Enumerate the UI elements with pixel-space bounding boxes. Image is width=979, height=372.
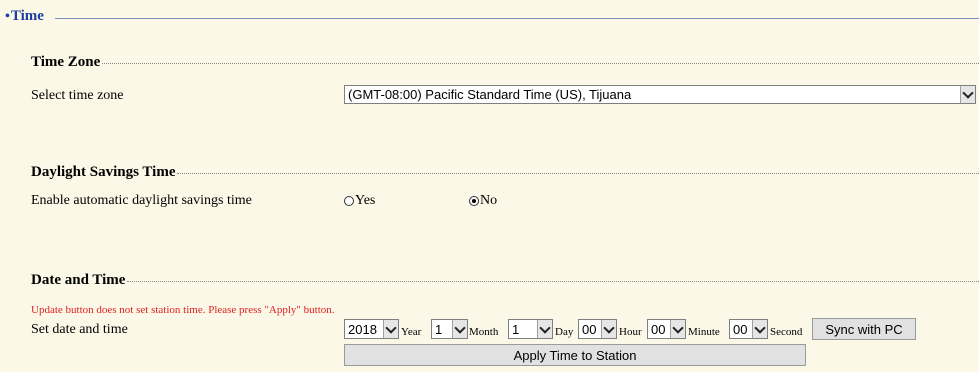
year-unit: Year	[401, 326, 422, 338]
second-unit: Second	[770, 326, 803, 338]
group-divider	[177, 173, 979, 174]
dst-option-no-label: No	[480, 193, 498, 208]
bullet-icon: •	[5, 8, 10, 24]
chevron-down-icon[interactable]	[752, 320, 767, 338]
chevron-down-icon[interactable]	[670, 320, 685, 338]
day-select[interactable]: 1	[508, 319, 553, 339]
chevron-down-icon[interactable]	[537, 320, 552, 338]
day-unit: Day	[555, 326, 574, 338]
apply-warning: Update button does not set station time.…	[31, 304, 335, 316]
dst-option-no[interactable]: No	[469, 193, 497, 209]
section-title-text: Time	[10, 8, 44, 24]
time-zone-label: Select time zone	[31, 88, 124, 103]
group-daylight-savings: Daylight Savings Time	[31, 164, 979, 181]
group-title-dst: Daylight Savings Time	[31, 164, 176, 180]
section-title: • Time	[5, 8, 44, 25]
radio-no[interactable]	[469, 196, 479, 206]
second-select[interactable]: 00	[729, 319, 768, 339]
dst-label: Enable automatic daylight savings time	[31, 193, 252, 208]
hour-unit: Hour	[619, 326, 642, 338]
radio-yes[interactable]	[344, 196, 354, 206]
chevron-down-icon[interactable]	[960, 86, 975, 103]
group-divider	[127, 281, 979, 282]
year-select[interactable]: 2018	[344, 319, 399, 339]
time-zone-select[interactable]: (GMT-08:00) Pacific Standard Time (US), …	[344, 85, 976, 104]
group-title-date-time: Date and Time	[31, 272, 126, 288]
group-divider	[102, 63, 979, 64]
sync-with-pc-button[interactable]: Sync with PC	[812, 318, 916, 340]
minute-unit: Minute	[688, 326, 720, 338]
month-unit: Month	[469, 326, 499, 338]
hour-select[interactable]: 00	[578, 319, 617, 339]
group-date-time: Date and Time	[31, 272, 979, 289]
group-title-time-zone: Time Zone	[31, 54, 101, 70]
month-select[interactable]: 1	[431, 319, 468, 339]
date-time-label: Set date and time	[31, 322, 128, 337]
apply-time-button[interactable]: Apply Time to Station	[344, 344, 806, 366]
time-zone-value: (GMT-08:00) Pacific Standard Time (US), …	[348, 87, 632, 102]
section-divider	[55, 18, 979, 19]
dst-option-yes[interactable]: Yes	[344, 193, 375, 209]
group-time-zone: Time Zone	[31, 54, 979, 71]
minute-select[interactable]: 00	[647, 319, 686, 339]
dst-option-yes-label: Yes	[355, 193, 376, 208]
chevron-down-icon[interactable]	[452, 320, 467, 338]
chevron-down-icon[interactable]	[601, 320, 616, 338]
chevron-down-icon[interactable]	[383, 320, 398, 338]
